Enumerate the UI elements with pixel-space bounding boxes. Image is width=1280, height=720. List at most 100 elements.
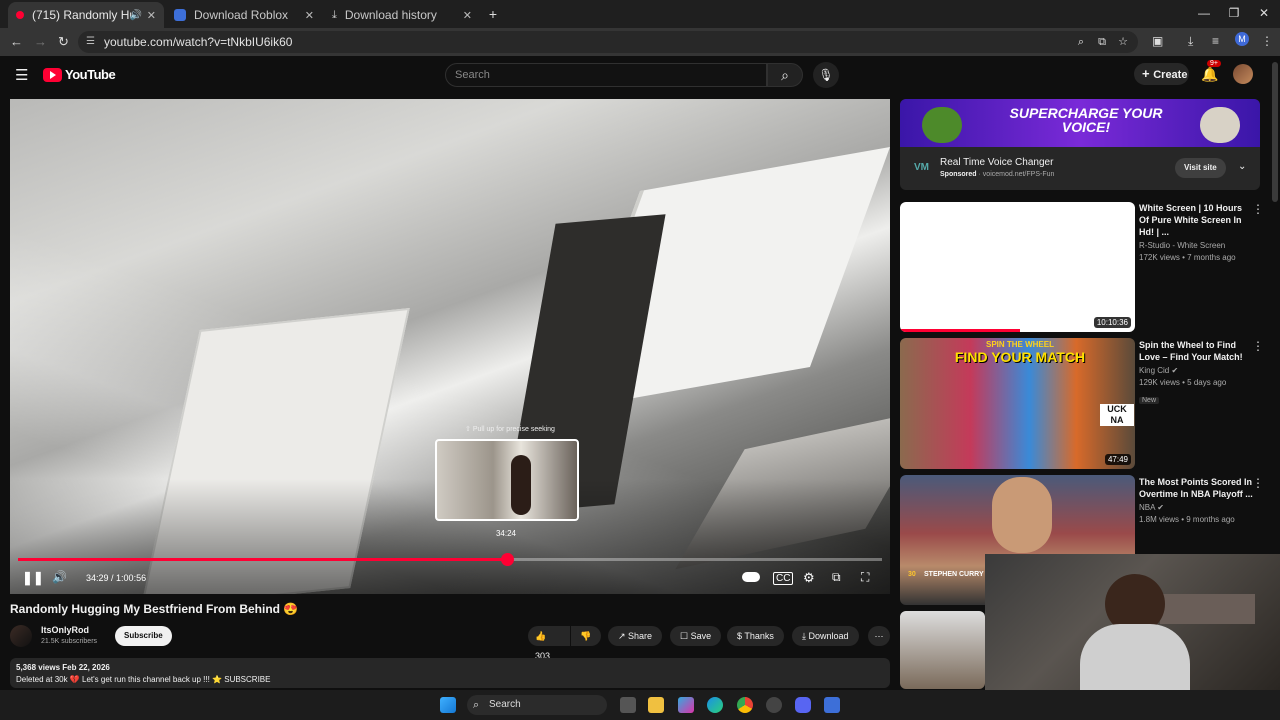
page-scrollbar[interactable] [1272,62,1278,202]
sponsored-ad[interactable]: SUPERCHARGE YOUR VOICE! VM Real Time Voi… [900,99,1260,190]
microphone-icon: 🎙 [818,68,834,82]
audio-playing-icon[interactable]: 🔊 [130,10,142,21]
browser-toolbar: ← → ↻ ☰ youtube.com/watch?v=tNkbIU6ik60 … [0,28,1280,56]
thumb-main-text: FIND YOUR MATCH [954,349,1086,365]
share-button[interactable]: ↗ Share [608,626,663,646]
rec-thumbnail-1[interactable]: 10:10:36 [900,202,1135,332]
ad-meta: Sponsored · voicemod.net/FPS-Fun [940,171,1055,178]
captions-icon[interactable]: CC [773,572,794,585]
ad-character-right [1200,107,1240,143]
video-duration: 47:49 [1104,454,1131,465]
chrome-icon[interactable] [737,697,753,713]
bookmark-star-icon[interactable]: ☆ [1118,31,1128,53]
settings-gear-icon[interactable]: ⚙ [803,570,815,586]
discord-icon[interactable] [795,697,811,713]
like-button[interactable]: 👍 303 [528,626,570,661]
miniplayer-icon[interactable]: ⧉ [832,570,841,585]
back-icon[interactable]: ← [10,34,23,49]
channel-name[interactable]: ItsOnlyRod [41,625,89,635]
download-label: Download [808,631,849,641]
reading-list-icon[interactable]: ≡ [1212,34,1219,48]
new-tab-button[interactable]: + [483,6,503,22]
volume-icon[interactable]: 🔊 [52,570,67,584]
windows-start-icon[interactable] [440,697,456,713]
rec-stats: 1.8M views • 9 months ago [1139,515,1235,524]
close-tab-icon[interactable]: ✕ [305,9,314,22]
tab-title: Download Roblox [194,8,289,22]
app-icon[interactable] [766,697,782,713]
save-button[interactable]: ☐ Save [670,626,722,646]
search-input[interactable]: Search [445,63,767,87]
ad-banner[interactable]: SUPERCHARGE YOUR VOICE! [900,99,1260,147]
site-info-icon[interactable]: ☰ [86,31,95,53]
preview-timestamp: 34:24 [495,529,517,538]
seek-bar[interactable] [18,553,882,566]
rec-meta-3[interactable]: The Most Points Scored In Overtime In NB… [1139,476,1254,526]
description-box[interactable]: 5,368 views Feb 22, 2026 Deleted at 30k … [10,658,890,688]
create-button[interactable]: + Create [1134,63,1189,85]
subscribe-button[interactable]: Subscribe [115,626,172,646]
copilot-icon[interactable] [678,697,694,713]
rec-meta-2[interactable]: Spin the Wheel to Find Love – Find Your … [1139,339,1254,407]
dislike-button[interactable]: 👎 [571,626,601,646]
profile-avatar[interactable]: M [1235,32,1249,46]
more-actions-button[interactable]: ⋯ [868,626,890,646]
rec-menu-icon[interactable]: ⋮ [1252,202,1264,216]
tab-download-history[interactable]: ⤓ Download history ✕ [324,2,480,28]
video-player[interactable]: ⇧ Pull up for precise seeking 34:24 ❚❚ 🔊… [10,99,890,594]
pause-icon[interactable]: ❚❚ [22,570,44,586]
close-tab-icon[interactable]: ✕ [147,9,156,22]
voicemod-logo-icon: VM [914,162,929,173]
verified-check-icon: ✔ [1171,366,1179,375]
rec-thumbnail-2[interactable]: SPIN THE WHEEL FIND YOUR MATCH UCK NA 47… [900,338,1135,469]
thanks-label: Thanks [744,631,774,641]
file-explorer-icon[interactable] [648,697,664,713]
preview-person-shape [511,455,531,515]
close-tab-icon[interactable]: ✕ [463,9,472,22]
youtube-logo[interactable]: YouTube [43,67,116,82]
reload-icon[interactable]: ↻ [58,34,69,50]
task-view-icon[interactable] [620,697,636,713]
rec-thumbnail-4[interactable] [900,611,985,689]
ad-banner-text: SUPERCHARGE YOUR VOICE! [1009,105,1163,135]
address-bar[interactable]: ☰ youtube.com/watch?v=tNkbIU6ik60 ⌕ ⧉ ☆ [78,31,1138,53]
rec-meta-1[interactable]: White Screen | 10 Hours Of Pure White Sc… [1139,202,1254,264]
chevron-down-icon[interactable]: ⌄ [1238,161,1246,172]
forward-icon[interactable]: → [34,34,47,49]
sidebar-icon[interactable]: ▣ [1152,34,1163,48]
streamer-body-shape [1080,624,1190,690]
install-app-icon[interactable]: ⧉ [1098,31,1106,53]
edge-icon[interactable] [707,697,723,713]
channel-avatar[interactable] [10,625,32,647]
new-badge: New [1139,397,1160,404]
rec-menu-icon[interactable]: ⋮ [1252,476,1264,490]
roblox-icon[interactable] [824,697,840,713]
downloads-icon[interactable]: ⤓ [1188,34,1193,49]
menu-kebab-icon[interactable]: ⋮ [1261,34,1273,48]
fullscreen-icon[interactable]: ⛶ [861,570,869,585]
thumb-face-shape [992,477,1052,553]
autoplay-toggle[interactable] [742,572,760,582]
notifications-bell-icon[interactable]: 🔔 [1201,66,1218,83]
subscriber-count: 21.5K subscribers [41,638,98,645]
search-button[interactable]: ⌕ [767,63,803,87]
seek-bar-handle[interactable] [501,553,515,566]
rec-menu-icon[interactable]: ⋮ [1252,339,1264,353]
wall-posters-shape [1160,594,1255,624]
zoom-icon[interactable]: ⌕ [1078,31,1084,53]
visit-site-button[interactable]: Visit site [1175,158,1226,178]
thanks-button[interactable]: $ Thanks [727,626,784,646]
thumb-sign-text: UCK NA [1100,404,1134,426]
minimize-icon[interactable]: — [1194,6,1214,20]
maximize-icon[interactable]: ❐ [1224,6,1244,20]
taskbar-search[interactable]: ⌕ Search [467,695,607,715]
video-title: Randomly Hugging My Bestfriend From Behi… [10,602,299,616]
download-button[interactable]: ⤓ Download [792,626,859,646]
hamburger-menu-icon[interactable]: ☰ [15,66,28,84]
voice-search-button[interactable]: 🎙 [813,62,839,88]
tab-download-roblox[interactable]: Download Roblox ✕ [166,2,322,28]
account-avatar[interactable] [1233,64,1253,84]
rec-channel-name: King Cid [1139,366,1170,375]
tab-youtube[interactable]: (715) Randomly Hugging M 🔊 ✕ [8,2,164,28]
close-window-icon[interactable]: ✕ [1254,6,1274,20]
